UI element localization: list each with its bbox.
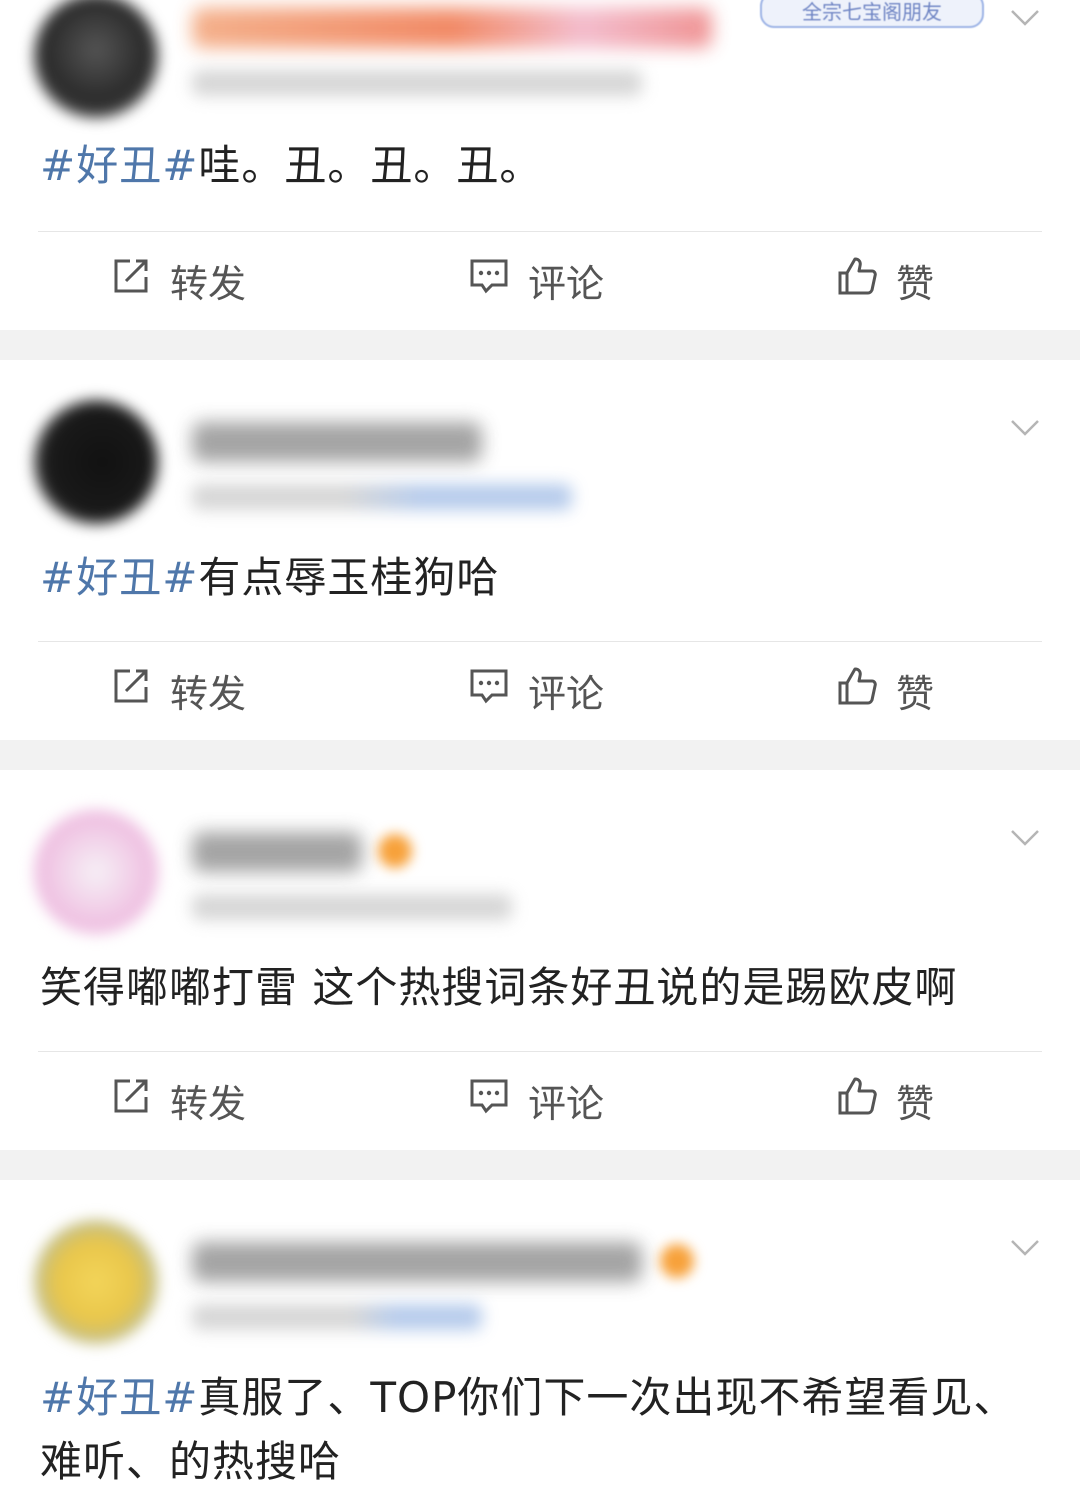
post-card-4: #好丑#真服了、TOP你们下一次出现不希望看见、难听、的热搜哈 bbox=[0, 1180, 1080, 1502]
like-button[interactable]: 赞 bbox=[836, 235, 934, 325]
like-label: 赞 bbox=[896, 671, 935, 716]
comment-label: 评论 bbox=[528, 671, 605, 716]
repost-button[interactable]: 转发 bbox=[110, 235, 246, 325]
action-bar: 转发 评论 赞 bbox=[0, 645, 1080, 735]
thumbs-up-icon bbox=[836, 255, 878, 306]
username-blurred[interactable] bbox=[192, 832, 362, 872]
chevron-down-icon[interactable] bbox=[1010, 828, 1040, 858]
like-label: 赞 bbox=[896, 261, 935, 306]
verified-badge-icon bbox=[378, 834, 412, 868]
post-text: 笑得嘟嘟打雷 这个热搜词条好丑说的是踢欧皮啊 bbox=[40, 956, 1040, 1020]
comment-button[interactable]: 评论 bbox=[468, 645, 604, 735]
thumbs-up-icon bbox=[836, 665, 878, 716]
chevron-down-icon[interactable] bbox=[1010, 8, 1040, 38]
username-blurred[interactable] bbox=[192, 1242, 642, 1282]
repost-button[interactable]: 转发 bbox=[110, 645, 246, 735]
divider bbox=[38, 231, 1042, 232]
comment-label: 评论 bbox=[528, 261, 605, 306]
repost-label: 转发 bbox=[170, 261, 247, 306]
avatar[interactable] bbox=[34, 400, 158, 524]
chevron-down-icon[interactable] bbox=[1010, 418, 1040, 448]
post-meta-blurred bbox=[192, 70, 642, 96]
post-card-1: 全宗七宝阁朋友 #好丑#哇。丑。丑。丑。 转发 评论 赞 bbox=[0, 0, 1080, 330]
repost-label: 转发 bbox=[170, 671, 247, 716]
repost-icon bbox=[110, 665, 152, 716]
comment-icon bbox=[468, 1075, 510, 1126]
divider bbox=[38, 1051, 1042, 1052]
action-bar: 转发 评论 赞 bbox=[0, 235, 1080, 325]
comment-button[interactable]: 评论 bbox=[468, 1055, 604, 1145]
post-card-3: 笑得嘟嘟打雷 这个热搜词条好丑说的是踢欧皮啊 转发 评论 赞 bbox=[0, 770, 1080, 1150]
avatar[interactable] bbox=[34, 810, 158, 934]
post-text: #好丑#有点辱玉桂狗哈 bbox=[40, 546, 1040, 610]
topic-tag[interactable]: #好丑# bbox=[40, 553, 198, 602]
repost-label: 转发 bbox=[170, 1081, 247, 1126]
like-button[interactable]: 赞 bbox=[836, 645, 934, 735]
repost-button[interactable]: 转发 bbox=[110, 1055, 246, 1145]
avatar[interactable] bbox=[34, 0, 158, 118]
like-button[interactable]: 赞 bbox=[836, 1055, 934, 1145]
comment-icon bbox=[468, 255, 510, 306]
action-bar: 转发 评论 赞 bbox=[0, 1055, 1080, 1145]
divider bbox=[38, 641, 1042, 642]
comment-icon bbox=[468, 665, 510, 716]
username-blurred[interactable] bbox=[192, 8, 712, 48]
post-text: #好丑#哇。丑。丑。丑。 bbox=[40, 134, 1040, 198]
topic-tag[interactable]: #好丑# bbox=[40, 141, 198, 190]
post-body: 有点辱玉桂狗哈 bbox=[198, 553, 500, 602]
like-label: 赞 bbox=[896, 1081, 935, 1126]
topic-tag[interactable]: #好丑# bbox=[40, 1373, 198, 1422]
username-blurred[interactable] bbox=[192, 422, 482, 462]
chevron-down-icon[interactable] bbox=[1010, 1238, 1040, 1268]
post-body: 笑得嘟嘟打雷 这个热搜词条好丑说的是踢欧皮啊 bbox=[40, 963, 958, 1012]
comment-button[interactable]: 评论 bbox=[468, 235, 604, 325]
repost-icon bbox=[110, 255, 152, 306]
post-meta-blurred bbox=[192, 484, 572, 510]
fan-badge: 全宗七宝阁朋友 bbox=[760, 0, 984, 28]
post-meta-blurred bbox=[192, 894, 512, 920]
verified-badge-icon bbox=[660, 1244, 694, 1278]
post-text: #好丑#真服了、TOP你们下一次出现不希望看见、难听、的热搜哈 bbox=[40, 1366, 1040, 1494]
post-meta-blurred bbox=[192, 1304, 482, 1330]
avatar[interactable] bbox=[34, 1220, 158, 1344]
thumbs-up-icon bbox=[836, 1075, 878, 1126]
repost-icon bbox=[110, 1075, 152, 1126]
post-body: 哇。丑。丑。丑。 bbox=[198, 141, 543, 190]
post-card-2: #好丑#有点辱玉桂狗哈 转发 评论 赞 bbox=[0, 360, 1080, 740]
comment-label: 评论 bbox=[528, 1081, 605, 1126]
